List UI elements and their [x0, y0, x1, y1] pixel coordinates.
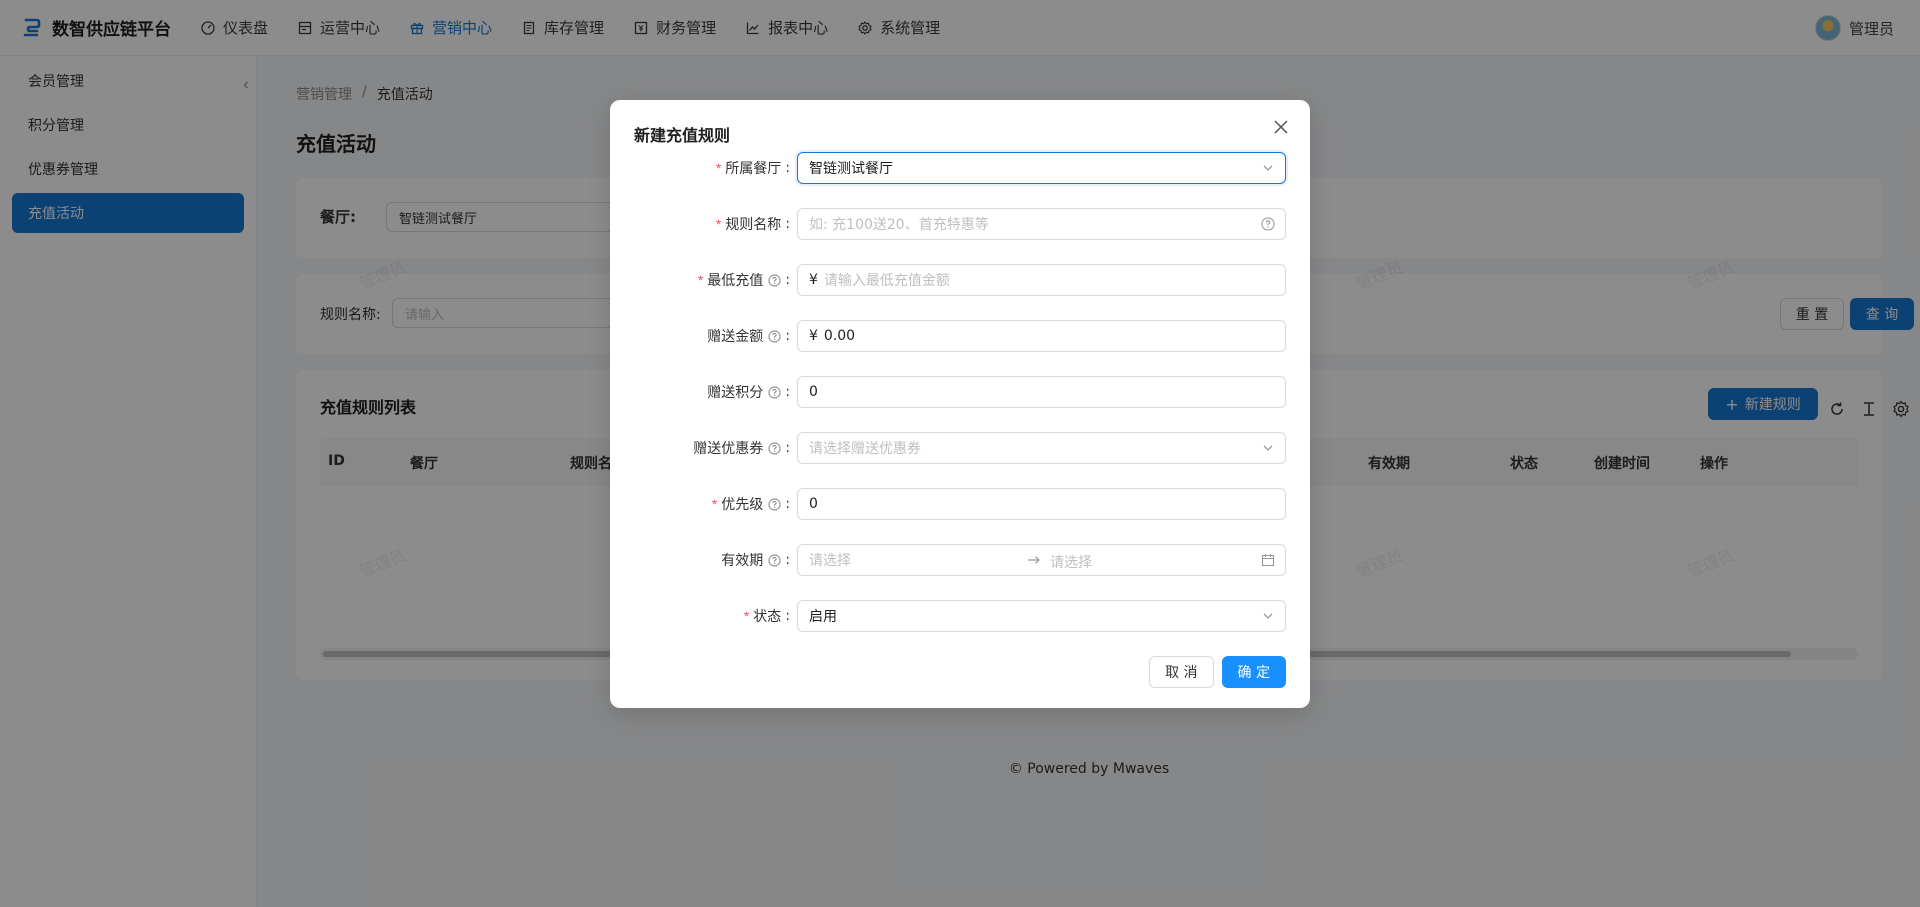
field-label-text: 有效期 — [721, 553, 764, 569]
chevron-down-icon — [1261, 609, 1275, 623]
gift-amount-value: 0.00 — [823, 328, 856, 344]
required-mark: * — [743, 608, 750, 624]
new-recharge-rule-modal: 新建充值规则 * 所属餐厅 : 智链测试餐厅 * 规则名称 : 如: 充100送… — [610, 100, 1310, 708]
label-colon: : — [785, 384, 790, 400]
form-row-validity: 有效期 : 请选择 请选择 — [610, 544, 1310, 576]
field-label-text: 赠送积分 — [707, 385, 764, 401]
confirm-button[interactable]: 确 定 — [1221, 656, 1286, 688]
restaurant-select[interactable]: 智链测试餐厅 — [797, 152, 1286, 184]
label-colon: : — [785, 160, 790, 176]
validity-end-input[interactable]: 请选择 — [1050, 552, 1092, 572]
label-colon: : — [785, 608, 790, 624]
field-label-text: 赠送金额 — [707, 329, 764, 345]
gift-coupon-placeholder: 请选择赠送优惠券 — [809, 441, 921, 457]
field-label: 赠送优惠券 : — [693, 432, 790, 464]
question-circle-icon[interactable] — [768, 273, 781, 287]
label-colon: : — [785, 496, 790, 512]
min-recharge-placeholder: 请输入最低充值金额 — [823, 273, 950, 289]
required-mark: * — [715, 160, 722, 176]
field-label-text: 最低充值 — [707, 273, 764, 289]
label-colon: : — [785, 440, 790, 456]
question-circle-icon[interactable] — [768, 385, 781, 399]
form-row-priority: * 优先级 : 0 — [610, 488, 1310, 520]
rule-name-input[interactable]: 如: 充100送20、首充特惠等 — [797, 208, 1286, 240]
form-row-rule-name: * 规则名称 : 如: 充100送20、首充特惠等 — [610, 208, 1310, 240]
form-row-gift-points: 赠送积分 : 0 — [610, 376, 1310, 408]
form-row-gift-amount: 赠送金额 : ¥ 0.00 — [610, 320, 1310, 352]
question-circle-icon[interactable] — [768, 441, 781, 455]
required-mark: * — [715, 216, 722, 232]
label-colon: : — [785, 216, 790, 232]
form-row-status: * 状态 : 启用 — [610, 600, 1310, 632]
modal-footer: 取 消 确 定 — [1149, 656, 1286, 688]
min-recharge-input[interactable]: ¥ 请输入最低充值金额 — [797, 264, 1286, 296]
priority-input[interactable]: 0 — [797, 488, 1286, 520]
gift-points-value: 0 — [809, 384, 818, 400]
chevron-down-icon — [1261, 161, 1275, 175]
currency-prefix: ¥ — [809, 328, 818, 344]
currency-prefix: ¥ — [809, 272, 818, 288]
form-row-min-recharge: * 最低充值 : ¥ 请输入最低充值金额 — [610, 264, 1310, 296]
label-colon: : — [785, 272, 790, 288]
modal-title: 新建充值规则 — [634, 126, 731, 145]
field-label: * 规则名称 : — [716, 208, 790, 240]
required-mark: * — [711, 496, 718, 512]
calendar-icon — [1261, 553, 1275, 567]
gift-coupon-select[interactable]: 请选择赠送优惠券 — [797, 432, 1286, 464]
field-label: * 优先级 : — [712, 488, 790, 520]
restaurant-select-value: 智链测试餐厅 — [809, 161, 893, 177]
field-label-text: 规则名称 — [725, 217, 782, 233]
close-icon[interactable] — [1270, 116, 1292, 138]
question-circle-icon[interactable] — [768, 497, 781, 511]
question-circle-icon[interactable] — [768, 553, 781, 567]
field-label-text: 优先级 — [721, 497, 764, 513]
status-select-value: 启用 — [809, 609, 837, 625]
status-select[interactable]: 启用 — [797, 600, 1286, 632]
cancel-button[interactable]: 取 消 — [1149, 656, 1214, 688]
field-label-text: 所属餐厅 — [725, 161, 782, 177]
form-row-gift-coupon: 赠送优惠券 : 请选择赠送优惠券 — [610, 432, 1310, 464]
form-row-restaurant: * 所属餐厅 : 智链测试餐厅 — [610, 152, 1310, 184]
field-label: 赠送金额 : — [707, 320, 790, 352]
rule-name-placeholder: 如: 充100送20、首充特惠等 — [809, 217, 989, 233]
label-colon: : — [785, 328, 790, 344]
question-circle-icon[interactable] — [768, 329, 781, 343]
field-label: 有效期 : — [721, 544, 790, 576]
gift-points-input[interactable]: 0 — [797, 376, 1286, 408]
question-circle-icon[interactable] — [1261, 217, 1275, 231]
field-label: 赠送积分 : — [707, 376, 790, 408]
validity-range-picker[interactable]: 请选择 请选择 — [797, 544, 1286, 576]
required-mark: * — [697, 272, 704, 288]
chevron-down-icon — [1261, 441, 1275, 455]
field-label-text: 状态 — [753, 609, 782, 625]
priority-value: 0 — [809, 496, 818, 512]
label-colon: : — [785, 552, 790, 568]
field-label: * 所属餐厅 : — [716, 152, 790, 184]
field-label: * 最低充值 : — [698, 264, 790, 296]
validity-start-input[interactable]: 请选择 — [809, 550, 851, 570]
field-label-text: 赠送优惠券 — [693, 441, 764, 457]
field-label: * 状态 : — [744, 600, 790, 632]
gift-amount-input[interactable]: ¥ 0.00 — [797, 320, 1286, 352]
arrow-right-icon — [1026, 552, 1042, 568]
